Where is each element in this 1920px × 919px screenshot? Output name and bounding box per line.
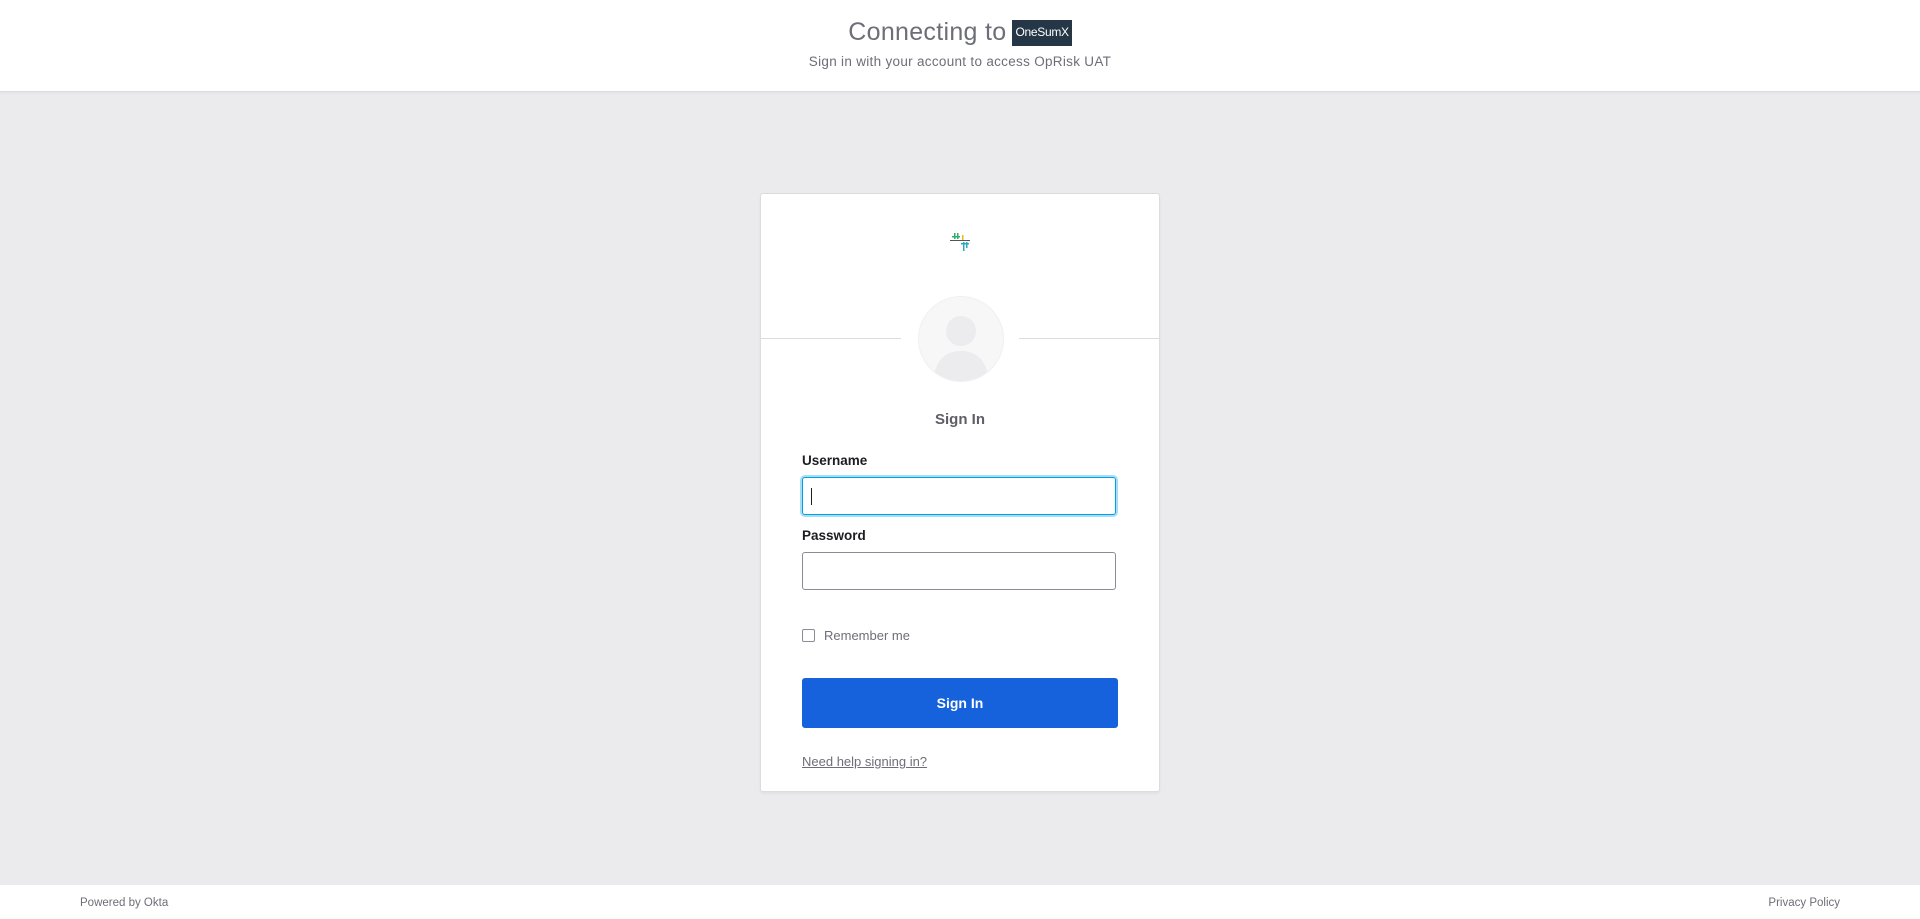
text-cursor (811, 488, 812, 505)
divider (1019, 338, 1159, 339)
page-footer: Powered by Okta Privacy Policy (0, 885, 1920, 919)
user-placeholder-icon (933, 316, 989, 381)
org-logo-icon (950, 233, 970, 251)
sign-in-button[interactable]: Sign In (802, 678, 1118, 728)
powered-by-text: Powered by Okta (80, 897, 169, 909)
help-link[interactable]: Need help signing in? (802, 754, 927, 769)
avatar (918, 296, 1004, 382)
username-input[interactable] (802, 477, 1116, 515)
username-label: Username (802, 453, 868, 468)
remember-me-option[interactable]: Remember me (802, 628, 910, 643)
connecting-text: Connecting to (848, 18, 1007, 46)
password-input[interactable] (802, 552, 1116, 590)
password-label: Password (802, 528, 866, 543)
app-logo: OneSumX (1012, 19, 1072, 46)
divider (761, 338, 901, 339)
connecting-heading: Connecting to OneSumX (0, 18, 1920, 47)
remember-me-label[interactable]: Remember me (824, 628, 910, 643)
sign-in-title: Sign In (935, 411, 985, 428)
remember-me-checkbox[interactable] (802, 629, 815, 642)
page-header: Connecting to OneSumX Sign in with your … (0, 0, 1920, 92)
privacy-policy-link[interactable]: Privacy Policy (1768, 897, 1840, 909)
header-subtitle: Sign in with your account to access OpRi… (808, 54, 1112, 69)
sign-in-card: Sign In Username Password Remember me Si… (760, 193, 1160, 792)
